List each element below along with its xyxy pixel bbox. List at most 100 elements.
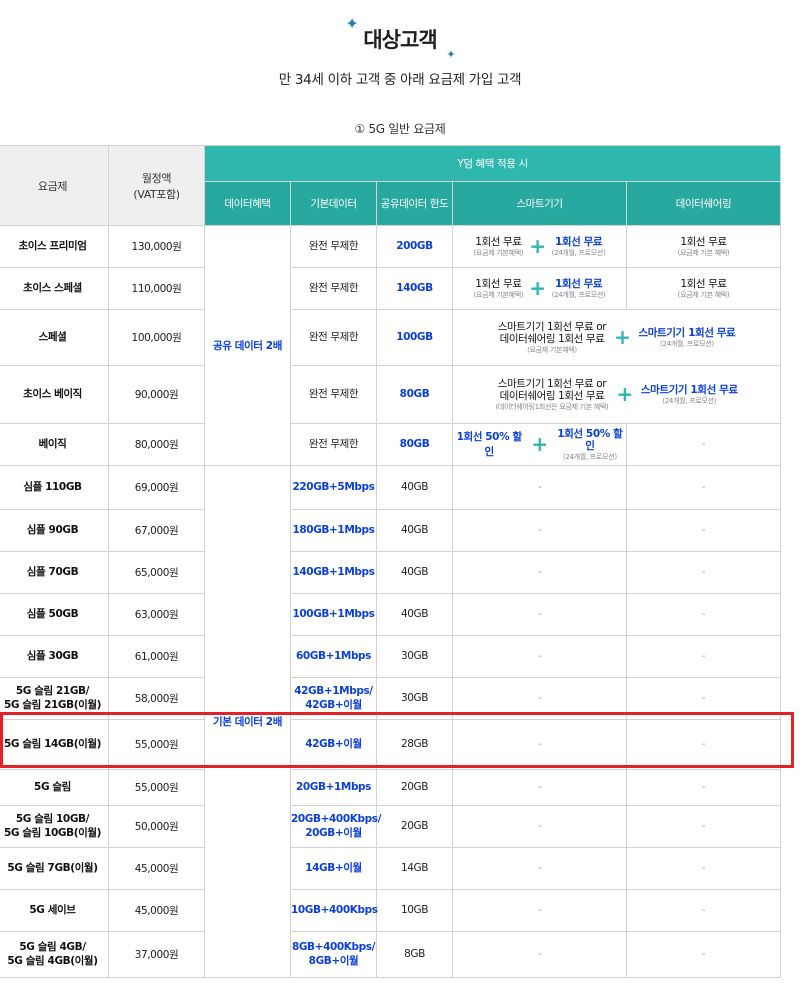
benefit-main: 1회선 무료 [554,278,603,290]
table-row: 5G 세이브 45,000원 10GB+400Kbps 10GB - - [0,889,782,932]
basic-data: 180GB+1Mbps [290,509,377,552]
basic-data: 완전 무제한 [290,423,377,466]
header-data-sharing: 데이터쉐어링 [625,181,782,226]
page-header: ✦ 대상고객 ✦ 만 34세 이하 고객 중 아래 요금제 가입 고객 [0,0,800,110]
plan-name: 심플 50GB [0,593,109,636]
plan-name: 초이스 스페셜 [0,267,109,310]
smart-device-benefit: - [452,805,627,848]
header-data-benefit: 데이터혜택 [204,181,291,226]
shared-data: 140GB [376,267,453,310]
plus-icon: + [614,325,631,350]
benefit-sub: (요금제 기본혜택) [527,345,577,354]
benefit-line1: 스마트기기 1회선 무료 or [497,377,607,390]
plan-price: 65,000원 [108,551,205,594]
benefit-sub: (요금제 기본 혜택) [677,248,730,257]
shared-data: 28GB [376,719,453,770]
plus-icon: + [616,382,633,407]
smart-device-benefit: - [452,889,627,932]
plan-price: 90,000원 [108,365,205,424]
header-ydum: Y덤 혜택 적용 시 [203,145,782,182]
benefit-main: 1회선 50% 할인 [557,427,623,453]
table-row: 심플 50GB 63,000원 100GB+1Mbps 40GB - - [0,593,782,636]
shared-data: 40GB [376,551,453,594]
plan-name: 심플 90GB [0,509,109,552]
data-sharing-benefit: - [625,769,782,806]
benefit-combo: 스마트기기 1회선 무료 or 데이터쉐어링 1회선 무료 (데이터쉐어링1회선… [453,378,780,412]
plan-name: 스페셜 [0,309,109,366]
smart-device-benefit: - [452,847,627,890]
smart-device-benefit: - [452,769,627,806]
benefit-sub: (24개월, 프로모션) [659,339,714,348]
header-fee-line1: 월정액 [141,171,172,185]
benefit-main: 스마트기기 1회선 무료 [638,327,736,339]
benefit-sub: (데이터쉐어링1회선은 요금제 기본 혜택) [495,402,609,411]
benefit-right: 스마트기기 1회선 무료 (24개월, 프로모션) [639,327,736,348]
plan-price: 130,000원 [108,225,205,268]
page-title-text: 대상고객 [363,28,437,52]
plan-name: 5G 슬림 [0,769,109,806]
shared-data: 40GB [376,509,453,552]
shared-data: 40GB [376,465,453,510]
shared-data: 100GB [376,309,453,366]
benefit-main: 1회선 무료 [475,236,522,248]
data-sharing-benefit: 1회선 무료 (요금제 기본 혜택) [625,225,782,268]
table-row: 스페셜 100,000원 완전 무제한 100GB 스마트기기 1회선 무료 o… [0,309,782,366]
table-row: 5G 슬림 4GB/ 5G 슬림 4GB(이월) 37,000원 8GB+400… [0,931,782,978]
plan-name: 5G 슬림 4GB/ 5G 슬림 4GB(이월) [0,931,109,978]
combined-benefit: 스마트기기 1회선 무료 or 데이터쉐어링 1회선 무료 (요금제 기본혜택)… [451,309,782,366]
benefit-box: 1회선 무료 (요금제 기본 혜택) [627,236,780,257]
plan-price: 100,000원 [108,309,205,366]
plan-name-line1: 5G 슬림 10GB/ [15,812,90,825]
basic-data: 14GB+이월 [290,847,377,890]
plan-name-line2: 5G 슬림 10GB(이월) [3,826,102,839]
data-sharing-benefit: - [625,889,782,932]
basic-data-line1: 8GB+400Kbps/ [291,941,376,954]
page-title: ✦ 대상고객 ✦ [345,16,455,61]
benefit-left: 1회선 무료 (요금제 기본혜택) [474,278,524,299]
benefit-sub: (요금제 기본혜택) [473,248,524,257]
plan-name: 베이직 [0,423,109,466]
header-fee-line2: (VAT포함) [133,187,180,201]
benefit-basic-double-text: 기본 데이터 2배 [213,716,282,728]
table-row: 베이직 80,000원 완전 무제한 80GB 1회선 50% 할인 + 1회선… [0,423,782,466]
smart-device-benefit: - [452,719,627,770]
basic-data: 완전 무제한 [290,309,377,366]
plan-name: 5G 슬림 21GB/ 5G 슬림 21GB(이월) [0,677,109,720]
shared-data: 10GB [376,889,453,932]
table-row: 5G 슬림 21GB/ 5G 슬림 21GB(이월) 58,000원 42GB+… [0,677,782,720]
benefit-main: 1회선 무료 [680,236,727,248]
plan-price: 37,000원 [108,931,205,978]
benefit-sub: (24개월, 프로모션) [551,290,606,299]
data-sharing-benefit: - [625,423,782,466]
benefit-combo: 1회선 무료 (요금제 기본혜택) + 1회선 무료 (24개월, 프로모션) [453,236,626,257]
plan-name: 초이스 프리미엄 [0,225,109,268]
data-sharing-benefit: - [625,593,782,636]
plan-price: 55,000원 [108,769,205,806]
combined-benefit: 스마트기기 1회선 무료 or 데이터쉐어링 1회선 무료 (데이터쉐어링1회선… [451,365,782,424]
benefit-left: 스마트기기 1회선 무료 or 데이터쉐어링 1회선 무료 (데이터쉐어링1회선… [495,378,608,412]
basic-data: 8GB+400Kbps/ 8GB+이월 [290,931,377,978]
benefit-left: 스마트기기 1회선 무료 or 데이터쉐어링 1회선 무료 (요금제 기본혜택) [498,321,607,355]
basic-data: 완전 무제한 [290,267,377,310]
basic-data: 완전 무제한 [290,225,377,268]
plan-name: 심플 30GB [0,635,109,678]
basic-data-line1: 20GB+400Kbps/ [291,813,382,826]
table-row: 심플 70GB 65,000원 140GB+1Mbps 40GB - - [0,551,782,594]
plan-name: 5G 슬림 14GB(이월) [0,719,109,770]
basic-data: 20GB+1Mbps [290,769,377,806]
table-row: 초이스 프리미엄 130,000원 공유 데이터 2배 완전 무제한 200GB… [0,225,782,466]
shared-data: 8GB [376,931,453,978]
shared-data: 80GB [376,423,453,466]
smart-device-benefit: 1회선 50% 할인 + 1회선 50% 할인 (24개월, 프로모션) [452,423,627,466]
table-row: 초이스 베이직 90,000원 완전 무제한 80GB 스마트기기 1회선 무료… [0,365,782,424]
header-basic-data: 기본데이터 [290,181,377,226]
shared-data: 14GB [376,847,453,890]
sparkle-icon: ✦ [345,14,358,33]
benefit-line2: 데이터쉐어링 1회선 무료 [499,390,605,403]
benefit-main: 1회선 무료 [554,236,603,248]
plan-name-line1: 5G 슬림 21GB/ [15,684,90,697]
basic-data: 100GB+1Mbps [290,593,377,636]
shared-data: 30GB [376,635,453,678]
plan-price: 61,000원 [108,635,205,678]
benefit-right: 1회선 무료 (24개월, 프로모션) [552,236,606,257]
